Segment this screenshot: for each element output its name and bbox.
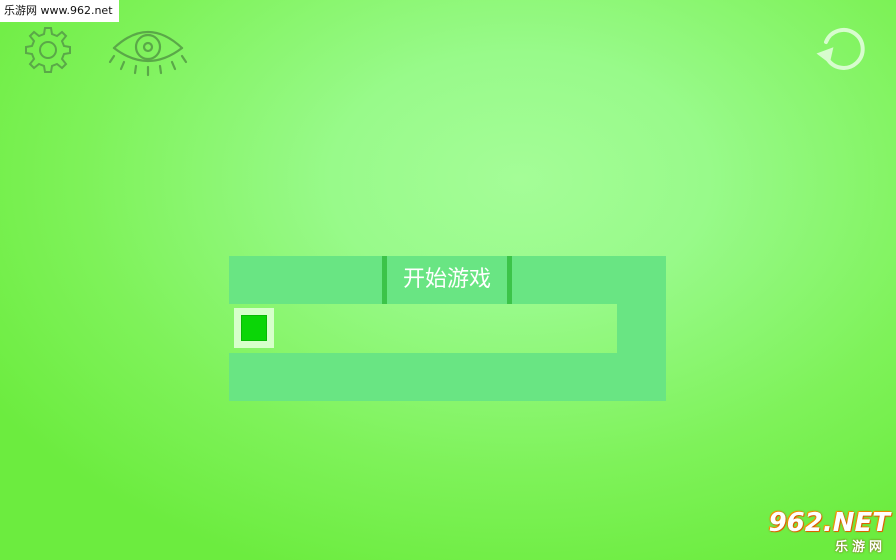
maze-path-bottom <box>229 353 666 401</box>
restart-button[interactable] <box>814 20 876 78</box>
settings-button[interactable] <box>22 24 74 76</box>
eye-icon <box>108 30 188 77</box>
watermark-top: 乐游网 www.962.net <box>0 0 119 22</box>
player-block[interactable] <box>234 308 274 348</box>
start-game-button[interactable]: 开始游戏 <box>382 256 512 304</box>
maze-path-right <box>617 304 666 353</box>
watermark-logo: 962.NET 乐游网 <box>756 508 894 556</box>
watermark-logo-main: 962.NET <box>768 508 890 538</box>
view-toggle-button[interactable] <box>108 22 188 78</box>
player-core <box>241 315 267 341</box>
restart-icon <box>816 27 865 70</box>
gear-icon <box>25 27 71 73</box>
watermark-logo-sub: 乐游网 <box>834 540 886 555</box>
